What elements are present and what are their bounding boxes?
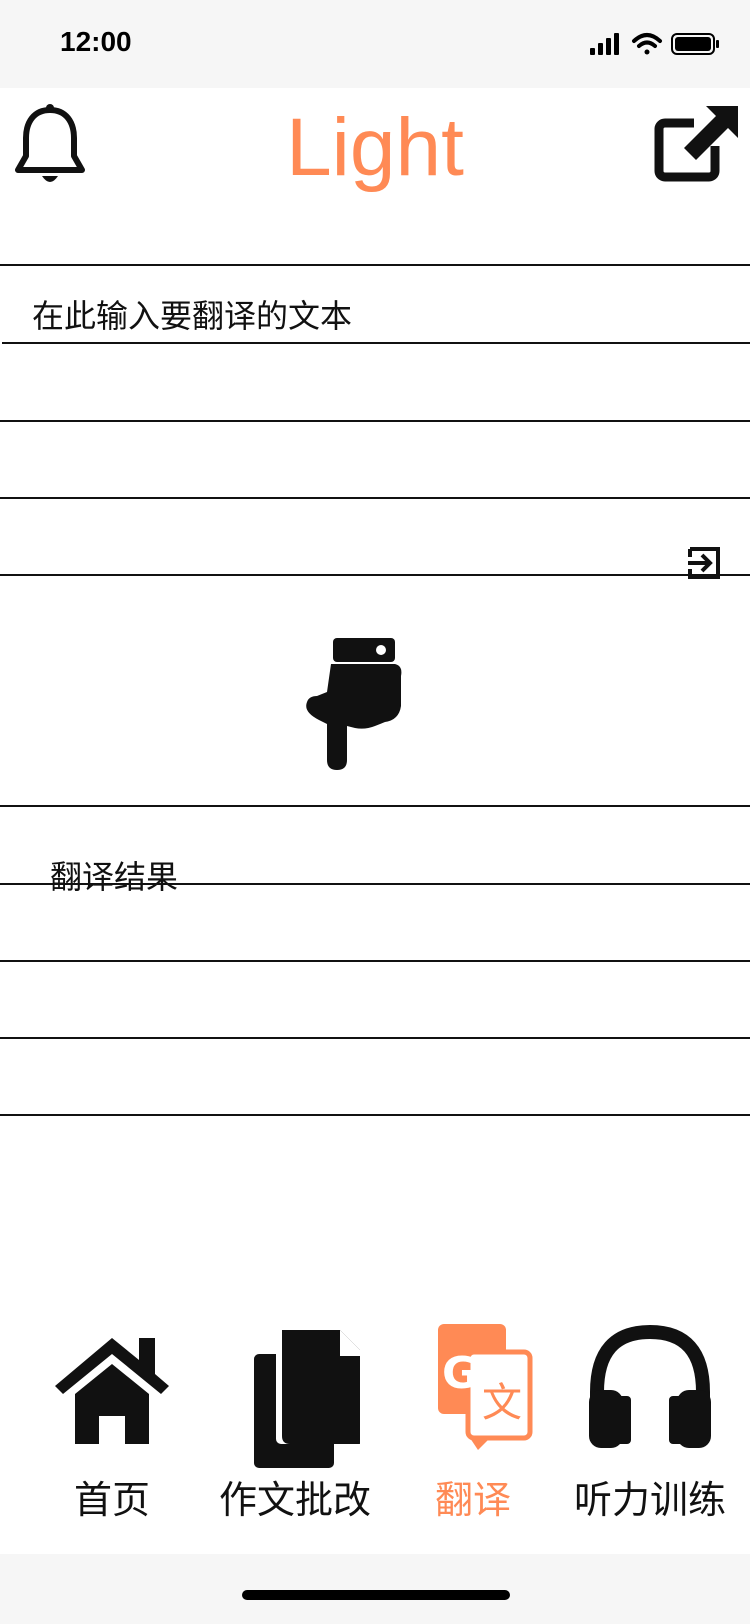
tab-essay-correction[interactable]: 作文批改 — [200, 1320, 390, 1522]
tab-home[interactable]: 首页 — [17, 1320, 207, 1522]
app-title: Light — [286, 102, 464, 193]
translation-input[interactable]: 在此输入要翻译的文本 — [32, 296, 352, 336]
divider — [0, 883, 750, 885]
battery-icon — [671, 33, 719, 55]
enter-icon — [688, 547, 720, 579]
divider — [0, 420, 750, 422]
divider — [0, 960, 750, 962]
cellular-signal-icon — [590, 33, 619, 55]
home-indicator-area — [0, 1554, 750, 1624]
translation-result-label: 翻译结果 — [50, 858, 179, 896]
svg-text:G: G — [442, 1348, 478, 1399]
share-button[interactable] — [654, 106, 738, 186]
translate-icon: G 文 — [438, 1324, 533, 1450]
divider — [0, 1114, 750, 1116]
pointing-down-hand-icon — [303, 636, 403, 776]
svg-text:文: 文 — [482, 1380, 522, 1426]
divider — [0, 574, 750, 576]
divider — [0, 805, 750, 807]
tab-label: 作文批改 — [218, 1478, 371, 1522]
divider — [0, 497, 750, 499]
tab-listening-training[interactable]: 听力训练 — [555, 1320, 745, 1522]
tab-label: 听力训练 — [573, 1478, 726, 1522]
divider — [0, 264, 750, 266]
home-indicator[interactable] — [242, 1590, 510, 1600]
status-icons — [590, 30, 720, 58]
divider — [2, 342, 750, 344]
tab-bar: 首页 作文批改 G 文 翻译 听力训练 — [0, 1320, 750, 1522]
wifi-icon — [632, 33, 662, 55]
tab-label: 翻译 — [434, 1478, 511, 1522]
document-icon — [254, 1330, 360, 1468]
home-icon — [55, 1338, 169, 1444]
tab-label: 首页 — [73, 1478, 150, 1522]
headphones-icon — [589, 1324, 711, 1448]
app-header: Light — [0, 88, 750, 208]
share-icon — [654, 106, 738, 182]
status-time: 12:00 — [60, 26, 132, 57]
tab-translate[interactable]: G 文 翻译 — [378, 1320, 568, 1522]
status-bar: 12:00 — [0, 0, 750, 88]
submit-translation-button[interactable] — [686, 545, 722, 585]
divider — [0, 1037, 750, 1039]
